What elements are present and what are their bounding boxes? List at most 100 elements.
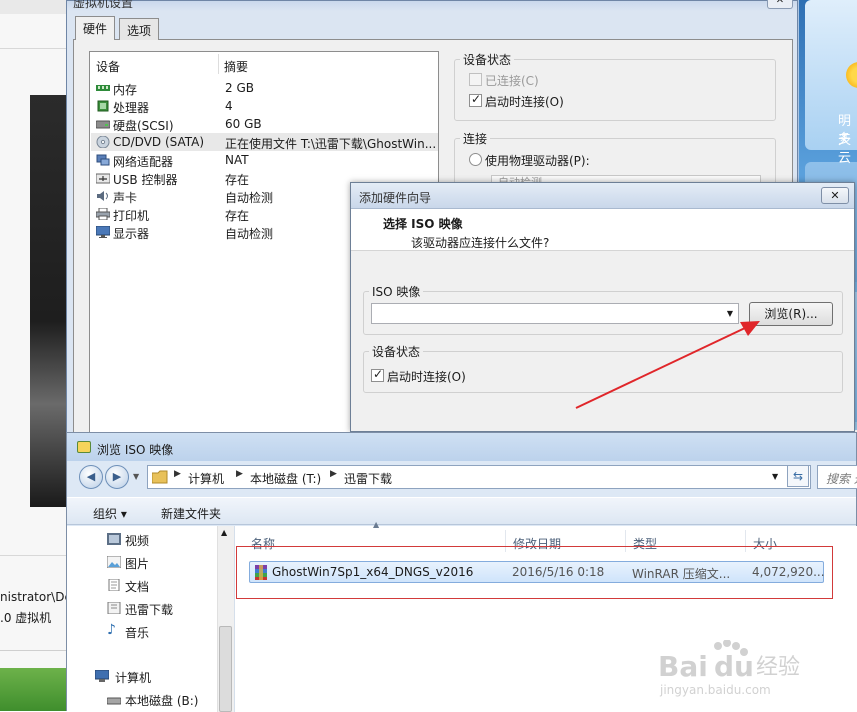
wizard-header: 选择 ISO 映像 该驱动器应连接什么文件? <box>351 209 854 251</box>
usb-icon <box>96 173 110 184</box>
device-summary: 自动检测 <box>225 191 274 205</box>
nav-item-local-disk-b[interactable]: 本地磁盘 (B:) <box>125 692 198 709</box>
wizard-close-button[interactable]: ✕ <box>821 187 849 204</box>
tab-options[interactable]: 选项 <box>119 18 160 40</box>
nav-item-documents[interactable]: 文档 <box>125 578 149 595</box>
new-folder-button[interactable]: 新建文件夹 <box>161 505 221 522</box>
use-physical-drive-radio[interactable] <box>469 153 482 166</box>
device-row-harddisk[interactable]: 硬盘(SCSI) 60 GB <box>91 115 438 133</box>
dialog-app-icon <box>77 441 91 453</box>
device-status-label: 设备状态 <box>460 51 515 68</box>
device-row-processor[interactable]: 处理器 4 <box>91 97 438 115</box>
device-row-memory[interactable]: 内存 2 GB <box>91 79 438 97</box>
music-note-icon: ♪ <box>107 622 116 638</box>
browse-titlebar <box>67 433 856 461</box>
baidu-watermark: Bai du 经验 jingyan.baidu.com <box>656 639 826 700</box>
annotation-highlight-box <box>236 546 833 599</box>
documents-library-icon <box>108 579 120 591</box>
breadcrumb-separator-icon: ▶ <box>330 469 337 479</box>
nav-item-music[interactable]: 音乐 <box>125 624 149 641</box>
column-divider <box>218 54 219 74</box>
organize-menu[interactable]: 组织 ▾ <box>93 505 127 522</box>
printer-icon <box>96 208 110 220</box>
device-summary: 自动检测 <box>225 227 274 241</box>
wizard-device-status-label: 设备状态 <box>369 343 424 360</box>
scroll-up-icon[interactable]: ▲ <box>221 528 227 537</box>
weather-line-2: 多云 <box>838 132 852 166</box>
breadcrumb-computer[interactable]: 计算机 <box>188 470 224 487</box>
processor-icon <box>97 100 109 112</box>
download-folder-icon <box>107 602 121 614</box>
computer-icon <box>95 670 109 682</box>
breadcrumb-thunder-downloads[interactable]: 迅雷下载 <box>344 470 392 487</box>
forward-button[interactable]: ▶ <box>105 465 129 489</box>
annotation-arrow <box>575 321 760 409</box>
device-row-network[interactable]: 网络适配器 NAT <box>91 151 438 169</box>
monitor-icon <box>96 226 110 238</box>
connect-on-start-checkbox[interactable] <box>469 92 482 107</box>
memory-icon <box>96 85 110 91</box>
device-summary: NAT <box>225 153 249 167</box>
nav-item-thunder-downloads[interactable]: 迅雷下载 <box>125 601 173 618</box>
harddisk-icon <box>96 120 110 129</box>
cd-dvd-icon <box>96 136 110 148</box>
svg-text:du: du <box>714 650 754 683</box>
connected-checkbox[interactable] <box>469 73 482 86</box>
breadcrumb-separator-icon: ▶ <box>236 469 243 479</box>
vm-settings-titlebar <box>67 1 797 11</box>
svg-text:jingyan.baidu.com: jingyan.baidu.com <box>659 683 771 697</box>
address-dropdown-icon[interactable]: ▼ <box>772 472 778 481</box>
nav-item-computer[interactable]: 计算机 <box>115 669 151 686</box>
wizard-connect-on-start-label: 启动时连接(O) <box>387 370 466 384</box>
search-input[interactable]: 搜索 迅雷下载 <box>817 465 857 489</box>
svg-text:Bai: Bai <box>658 650 708 683</box>
device-name: 处理器 <box>113 101 150 115</box>
breadcrumb-local-disk-t[interactable]: 本地磁盘 (T:) <box>250 470 321 487</box>
wizard-title: 添加硬件向导 <box>359 191 432 205</box>
refresh-button[interactable]: ⇆ <box>787 465 809 487</box>
nav-item-video[interactable]: 视频 <box>125 532 149 549</box>
use-physical-drive-label: 使用物理驱动器(P): <box>485 154 590 168</box>
summary-column-header[interactable]: 摘要 <box>224 58 248 75</box>
background-path-text: nistrator\Dc <box>0 590 72 604</box>
navigation-pane: 视频 图片 文档 迅雷下载 ♪ 音乐 计算机 本地磁盘 (B:) ▲ <box>67 526 235 712</box>
background-vm-text: .0 虚拟机 <box>0 611 52 625</box>
nav-scrollbar-thumb[interactable] <box>219 626 232 712</box>
connected-label: 已连接(C) <box>485 74 539 88</box>
vm-settings-title: 虚拟机设置 <box>73 0 134 10</box>
device-name: 声卡 <box>113 191 138 205</box>
local-disk-icon <box>107 697 121 705</box>
speaker-icon <box>97 191 108 201</box>
wizard-connect-on-start-checkbox[interactable] <box>371 367 384 382</box>
background-desktop-grass <box>0 668 70 711</box>
vm-settings-close-button[interactable]: ✕ <box>767 0 793 9</box>
browse-title: 浏览 ISO 映像 <box>97 443 174 457</box>
device-name: 内存 <box>113 83 138 97</box>
wizard-subheading: 该驱动器应连接什么文件? <box>411 236 550 250</box>
device-name: CD/DVD (SATA) <box>113 135 205 149</box>
tab-hardware[interactable]: 硬件 <box>75 16 116 40</box>
baidu-paw-logo: Bai du 经验 jingyan.baidu.com <box>658 639 800 697</box>
device-summary: 存在 <box>225 173 250 187</box>
video-library-icon <box>107 533 121 545</box>
device-name: 网络适配器 <box>113 155 174 169</box>
pictures-library-icon <box>107 556 121 568</box>
device-summary: 存在 <box>225 209 250 223</box>
device-row-cddvd[interactable]: CD/DVD (SATA) 正在使用文件 T:\迅雷下载\GhostWin... <box>91 133 438 151</box>
device-summary: 2 GB <box>225 81 254 95</box>
address-row: ◀ ▶ ▼ ▶ 计算机 ▶ 本地磁盘 (T:) ▶ 迅雷下载 ▼ ⇆ 搜索 迅雷… <box>67 461 857 495</box>
nav-item-pictures[interactable]: 图片 <box>125 555 149 572</box>
device-name: 显示器 <box>113 227 150 241</box>
connect-on-start-label: 启动时连接(O) <box>485 95 564 109</box>
breadcrumb-separator-icon: ▶ <box>174 469 181 479</box>
device-column-header[interactable]: 设备 <box>96 58 120 75</box>
recent-pages-dropdown-icon[interactable]: ▼ <box>133 472 139 481</box>
svg-text:经验: 经验 <box>756 655 800 680</box>
device-name: 硬盘(SCSI) <box>113 119 174 133</box>
device-summary: 正在使用文件 T:\迅雷下载\GhostWin... <box>225 137 437 151</box>
address-bar[interactable]: ▶ 计算机 ▶ 本地磁盘 (T:) ▶ 迅雷下载 ▼ <box>147 465 811 489</box>
device-status-group <box>454 59 776 121</box>
iso-image-label: ISO 映像 <box>369 283 424 300</box>
device-summary: 4 <box>225 99 233 113</box>
back-button[interactable]: ◀ <box>79 465 103 489</box>
